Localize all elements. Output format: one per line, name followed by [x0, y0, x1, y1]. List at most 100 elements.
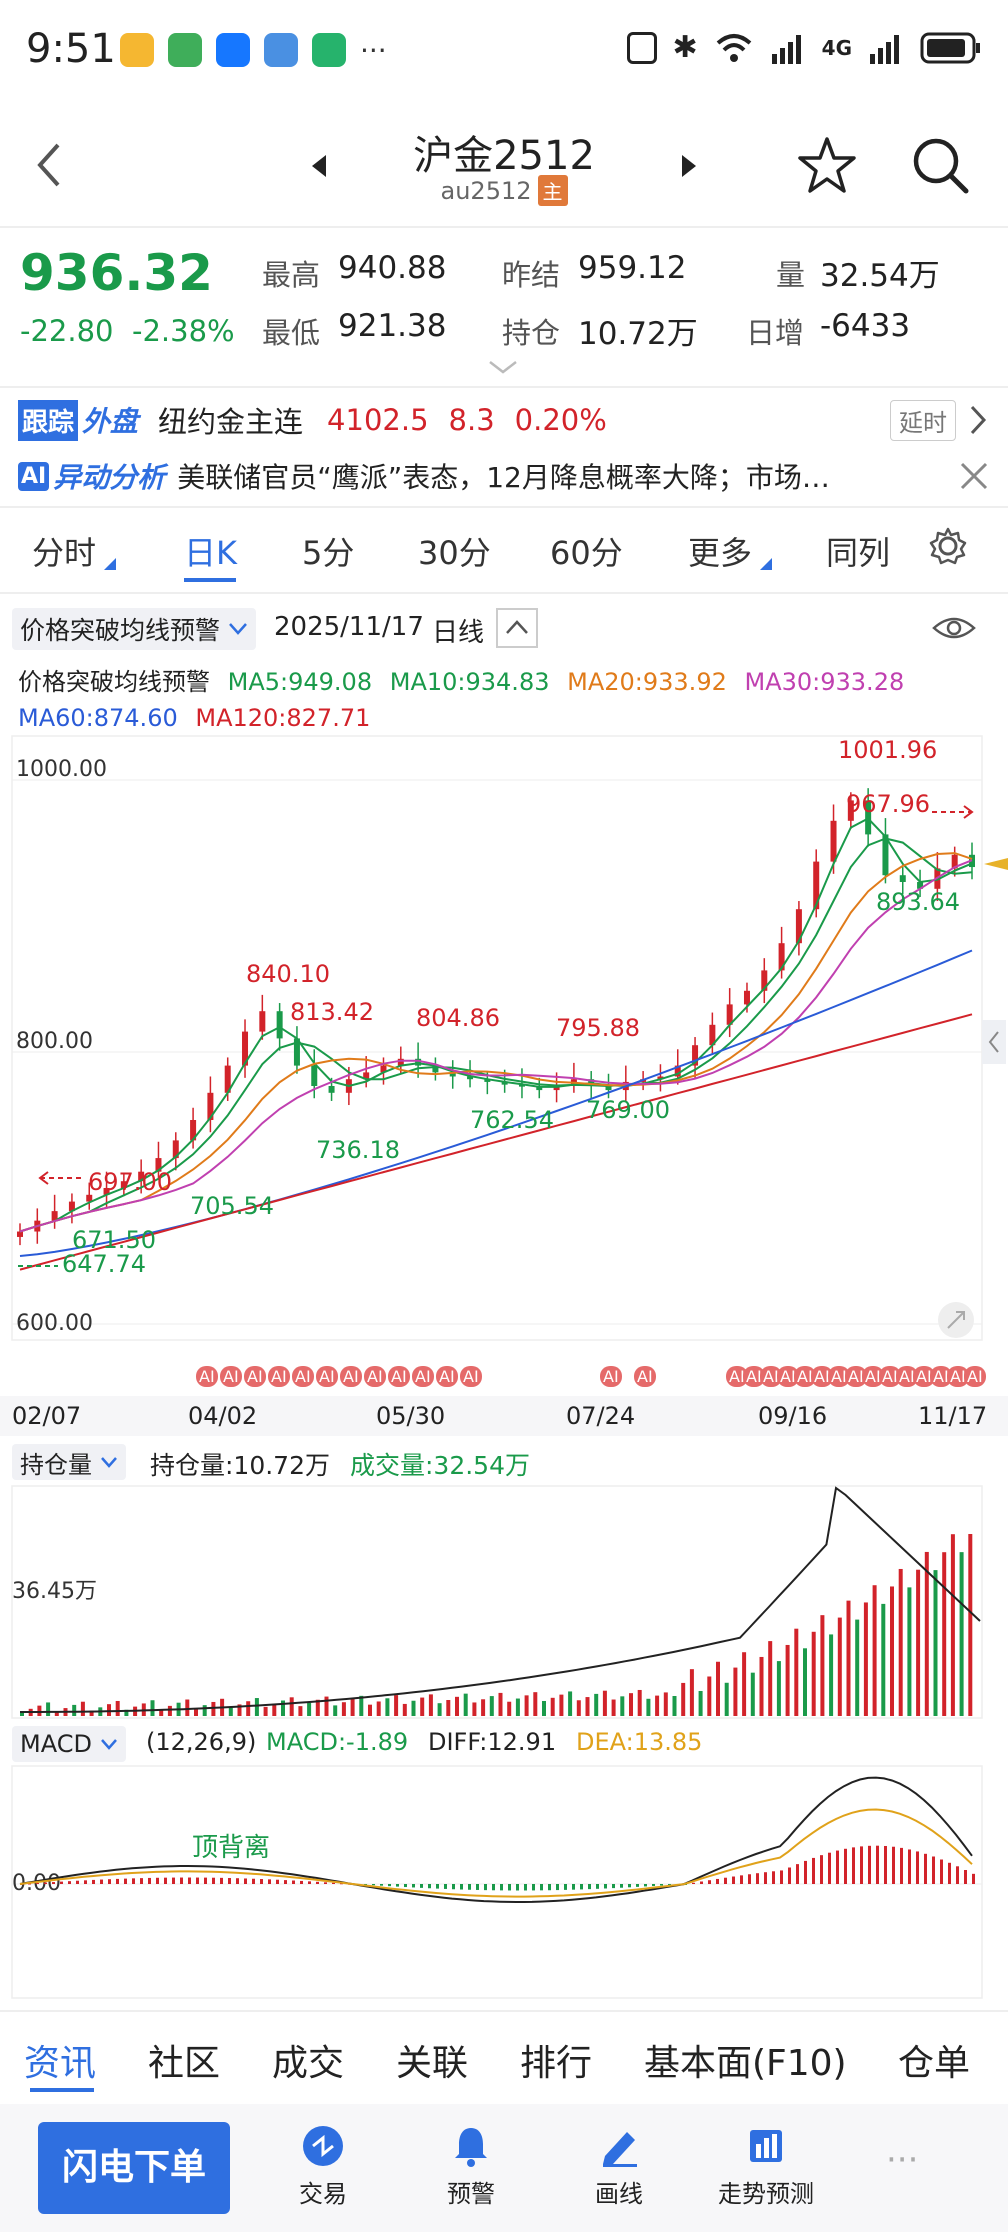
tab-community[interactable]: 社区 [148, 2034, 220, 2086]
volume-bar [785, 1644, 790, 1716]
ai-signal-badge[interactable]: AI [634, 1366, 656, 1387]
macd-selector[interactable]: MACD [12, 1726, 126, 1762]
ai-signal-badge[interactable]: AI [600, 1366, 622, 1387]
volume-bar [402, 1703, 407, 1716]
ai-signal-badge[interactable]: AI [316, 1366, 338, 1387]
ai-signal-badge[interactable]: AI [292, 1366, 314, 1387]
ai-signal-badge[interactable]: AI [364, 1366, 386, 1387]
star-favorite-icon[interactable] [796, 135, 858, 195]
volume-bar [341, 1702, 346, 1716]
kline-chart[interactable]: 1000.00 800.00 600.00 1001.96 967.96 893… [0, 730, 1008, 1350]
tab-5min[interactable]: 5分 [302, 528, 354, 574]
volume-bar [550, 1697, 555, 1716]
volume-bar [254, 1698, 259, 1716]
macd-bar [52, 1882, 55, 1884]
contract-code: au2512 [440, 176, 532, 205]
volume-bar [333, 1705, 338, 1716]
macd-bar [828, 1852, 831, 1884]
ai-signal-badge[interactable]: AI [220, 1366, 242, 1387]
volume-bar [907, 1587, 912, 1716]
ai-signal-badge[interactable]: AI [244, 1366, 266, 1387]
tab-trades[interactable]: 成交 [272, 2034, 344, 2086]
macd-bar [844, 1848, 847, 1884]
macd-chart[interactable]: 0.00 顶背离 [0, 1764, 1008, 2000]
macd-bar [428, 1884, 431, 1889]
main-contract-badge: 主 [537, 175, 568, 206]
expand-chevron-icon[interactable] [488, 360, 518, 374]
search-icon[interactable] [910, 135, 972, 197]
nav-forecast[interactable]: 走势预测 [712, 2124, 820, 2209]
network-label: 4G [821, 35, 852, 60]
volume-bar [620, 1696, 625, 1716]
macd-bar [724, 1877, 727, 1884]
macd-bar [436, 1884, 439, 1889]
volume-selector[interactable]: 持仓量 [12, 1444, 126, 1480]
volume-bar [724, 1682, 729, 1716]
tab-timeshare[interactable]: 分时 [32, 528, 96, 574]
volume-bar [385, 1698, 390, 1716]
gear-icon[interactable] [928, 526, 968, 566]
macd-bar [740, 1875, 743, 1884]
tab-fundamentals[interactable]: 基本面(F10) [644, 2034, 847, 2086]
chevron-right-icon[interactable] [966, 403, 990, 437]
volume-bar [794, 1628, 799, 1716]
more-nav-icon[interactable]: ··· [886, 2140, 918, 2180]
ai-signal-badge[interactable]: AI [964, 1366, 986, 1387]
tab-news[interactable]: 资讯 [24, 2034, 96, 2086]
tab-ranking[interactable]: 排行 [520, 2034, 592, 2086]
side-pull-tab[interactable] [982, 1020, 1006, 1064]
annotation-813: 813.42 [290, 998, 374, 1026]
ai-signal-badge[interactable]: AI [388, 1366, 410, 1387]
ma10-value: MA10:934.83 [389, 668, 550, 696]
weibo-icon [120, 33, 154, 67]
ai-signal-badge[interactable]: AI [460, 1366, 482, 1387]
tab-30min[interactable]: 30分 [418, 528, 491, 574]
macd-bar [908, 1849, 911, 1884]
nav-alert[interactable]: 预警 [436, 2124, 506, 2209]
overseas-tracker-row[interactable]: 跟踪 外盘 纽约金主连 4102.5 8.3 0.20% 延时 [18, 396, 990, 444]
macd-bar [868, 1845, 871, 1884]
volume-bar [80, 1701, 85, 1716]
macd-bar [636, 1884, 639, 1887]
volume-bar [863, 1602, 868, 1716]
ai-signal-badge[interactable]: AI [412, 1366, 434, 1387]
tab-related[interactable]: 关联 [396, 2034, 468, 2086]
y-tick-top: 1000.00 [16, 757, 107, 782]
indicator-name: 价格突破均线预警 [20, 616, 221, 645]
ma-legend: 价格突破均线预警 MA5:949.08 MA10:934.83 MA20:933… [18, 664, 998, 736]
macd-bar [188, 1877, 191, 1884]
tab-60min[interactable]: 60分 [550, 528, 623, 574]
volume-bar [681, 1682, 686, 1716]
volume-bar [568, 1691, 573, 1716]
price-marker-icon [984, 858, 1008, 870]
close-icon[interactable] [958, 460, 990, 492]
ai-signal-badge[interactable]: AI [340, 1366, 362, 1387]
ai-signal-badge[interactable]: AI [196, 1366, 218, 1387]
ai-signal-badge[interactable]: AI [268, 1366, 290, 1387]
tab-warehouse[interactable]: 仓单 [898, 2034, 970, 2086]
ai-signal-badge[interactable]: AI [436, 1366, 458, 1387]
tab-same-list[interactable]: 同列 [826, 528, 890, 574]
macd-bar [652, 1884, 655, 1886]
macd-bar [932, 1856, 935, 1884]
flash-order-button[interactable]: 闪电下单 [38, 2122, 230, 2214]
volume-bar [629, 1693, 633, 1716]
collapse-up-icon[interactable] [496, 608, 538, 648]
eye-icon[interactable] [932, 612, 976, 644]
annotation-697: 697.00 [88, 1168, 172, 1196]
macd-bar [756, 1873, 759, 1884]
nav-draw[interactable]: 画线 [584, 2124, 654, 2209]
ai-analysis-row[interactable]: AI 异动分析 美联储官员“鹰派”表态，12月降息概率大降；市场… [18, 452, 990, 500]
annotation-804: 804.86 [416, 1004, 500, 1032]
tab-more[interactable]: 更多 [688, 528, 752, 574]
chevron-down-icon [101, 1457, 117, 1468]
indicator-selector[interactable]: 价格突破均线预警 [12, 608, 257, 650]
volume-bar [481, 1699, 486, 1716]
volume-chart[interactable]: 36.45万 [0, 1484, 1008, 1720]
macd-bar [292, 1880, 295, 1884]
volume-bar [420, 1697, 425, 1716]
next-contract-icon[interactable] [678, 153, 698, 179]
tab-daily-k[interactable]: 日K [184, 528, 237, 574]
macd-bar [276, 1879, 279, 1884]
nav-trade[interactable]: 交易 [288, 2124, 358, 2209]
